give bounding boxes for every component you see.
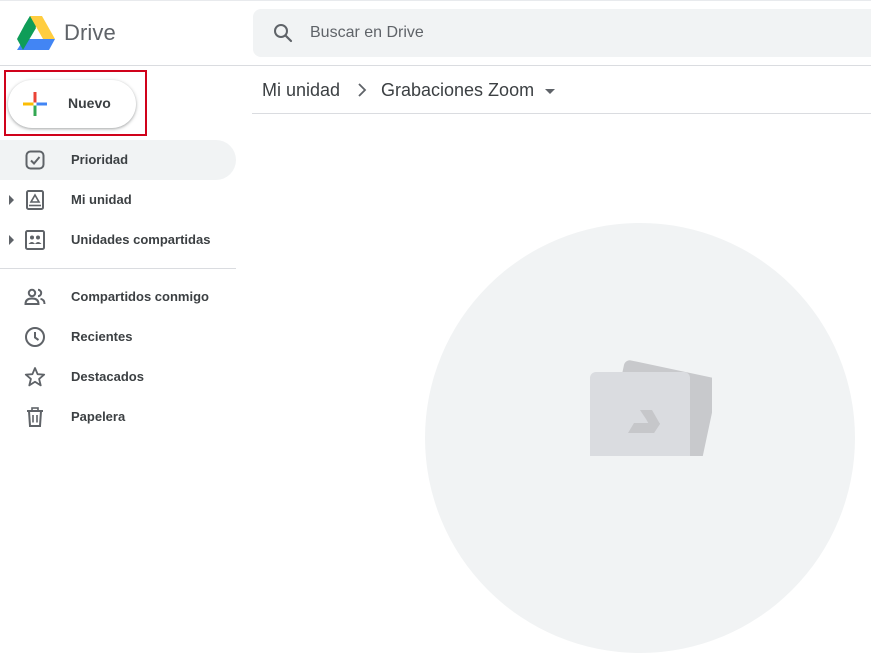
star-icon <box>24 367 46 387</box>
sidebar-item-label: Mi unidad <box>71 192 132 207</box>
top-bar: Drive Buscar en Drive <box>0 0 871 66</box>
expand-arrow-icon[interactable] <box>9 195 14 205</box>
main-content: Mi unidad Grabaciones Zoom <box>252 66 871 653</box>
my-drive-icon <box>26 190 44 210</box>
sidebar-item-label: Recientes <box>71 329 133 344</box>
sidebar: Nuevo Prioridad Mi unidad Unidades compa… <box>0 66 252 442</box>
sidebar-item-priority[interactable]: Prioridad <box>0 140 236 180</box>
chevron-right-icon <box>358 83 367 97</box>
drive-logo-icon[interactable] <box>17 16 55 50</box>
priority-icon <box>25 150 45 170</box>
new-button[interactable]: Nuevo <box>8 80 136 128</box>
search-icon[interactable] <box>271 21 295 45</box>
folder-menu-dropdown-icon[interactable] <box>545 89 555 94</box>
sidebar-item-label: Prioridad <box>71 152 129 167</box>
sidebar-item-shared-with-me[interactable]: Compartidos conmigo <box>0 277 236 317</box>
top-border <box>0 0 871 1</box>
expand-arrow-icon[interactable] <box>9 235 14 245</box>
clock-icon <box>25 327 45 347</box>
empty-folder-illustration <box>590 360 712 456</box>
trash-icon <box>27 407 43 427</box>
sidebar-item-trash[interactable]: Papelera <box>0 397 236 437</box>
plus-icon <box>23 92 47 116</box>
sidebar-item-label: Unidades compartidas <box>71 232 211 247</box>
sidebar-divider <box>0 268 236 269</box>
search-input[interactable]: Buscar en Drive <box>310 24 424 42</box>
sidebar-item-shared-drives[interactable]: Unidades compartidas <box>0 220 236 260</box>
breadcrumb: Mi unidad Grabaciones Zoom <box>252 66 871 114</box>
sidebar-item-recent[interactable]: Recientes <box>0 317 236 357</box>
app-name[interactable]: Drive <box>64 20 116 46</box>
sidebar-item-label: Papelera <box>71 409 126 424</box>
breadcrumb-root[interactable]: Mi unidad <box>262 80 340 101</box>
sidebar-item-label: Compartidos conmigo <box>71 289 209 304</box>
shared-drives-icon <box>25 230 45 250</box>
breadcrumb-current-folder[interactable]: Grabaciones Zoom <box>381 80 534 101</box>
sidebar-item-starred[interactable]: Destacados <box>0 357 236 397</box>
sidebar-item-label: Destacados <box>71 369 144 384</box>
sidebar-item-my-drive[interactable]: Mi unidad <box>0 180 236 220</box>
new-button-label: Nuevo <box>68 95 111 111</box>
search-bar[interactable]: Buscar en Drive <box>253 9 871 57</box>
shared-with-me-icon <box>24 288 46 305</box>
